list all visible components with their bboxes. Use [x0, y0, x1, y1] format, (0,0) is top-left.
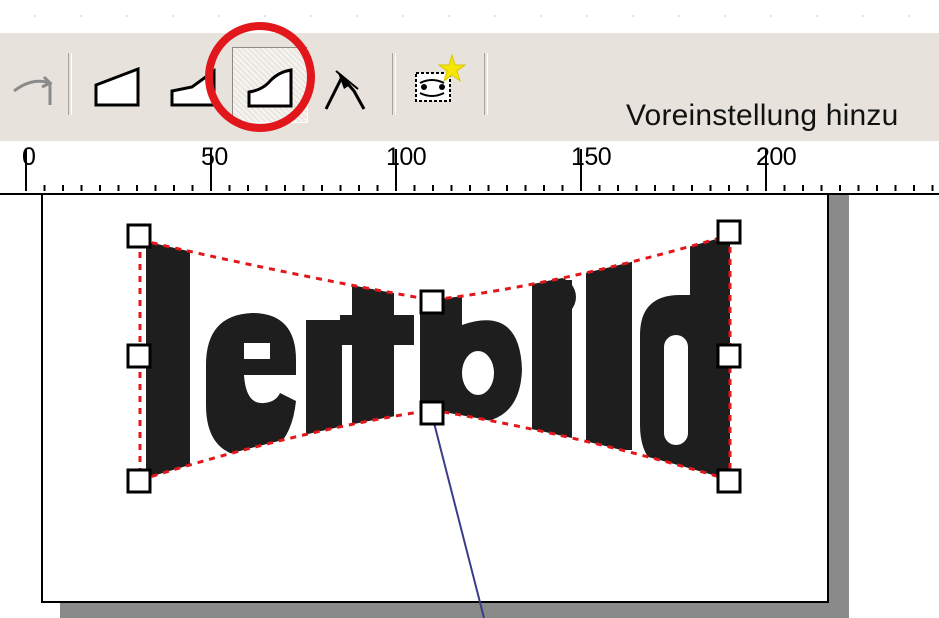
handle-bottom-right[interactable] [716, 468, 742, 494]
slant-shape-button[interactable] [82, 47, 158, 123]
preset-sparkle-icon [415, 53, 467, 102]
node-curve-button[interactable] [316, 47, 392, 123]
handle-top-right[interactable] [716, 219, 742, 245]
handle-bottom-left[interactable] [126, 468, 152, 494]
ruler-label-150: 150 [571, 143, 612, 171]
ruler-label-0: 0 [22, 143, 36, 171]
add-preset-label[interactable]: Voreinstellung hinzu [626, 99, 899, 133]
handle-middle-left[interactable] [126, 343, 152, 369]
glyph-i [306, 320, 342, 460]
ruler-label-50: 50 [201, 143, 228, 171]
ruler-label-200: 200 [756, 143, 797, 171]
toolbar-separator [484, 53, 488, 115]
highlight-circle [205, 22, 315, 132]
handle-top-left[interactable] [126, 223, 152, 249]
node-curve-icon [324, 70, 366, 110]
toolbar-separator [68, 53, 72, 115]
document-canvas [0, 195, 939, 618]
background-grid-dots [0, 0, 939, 32]
drag-guide-line [431, 414, 485, 618]
envelope-toolbar: Voreinstellung hinzu [0, 32, 939, 142]
slant-shape-icon [94, 66, 140, 107]
glyph-e [206, 313, 296, 457]
handle-bottom-middle[interactable] [419, 400, 445, 426]
curved-arrow-button[interactable] [0, 47, 76, 123]
warped-text-leitbild[interactable] [146, 235, 730, 485]
horizontal-ruler: 0 50 100 150 200 [0, 141, 939, 195]
curved-arrow-icon [13, 75, 53, 105]
envelope-artwork [126, 219, 742, 618]
ruler-ticks [25, 149, 934, 191]
glyph-t [340, 275, 414, 435]
handle-top-middle[interactable] [419, 289, 445, 315]
toolbar-separator [392, 53, 396, 115]
ruler-label-100: 100 [386, 143, 427, 171]
handle-middle-right[interactable] [716, 343, 742, 369]
glyph-l [146, 235, 190, 480]
glyph-l2 [586, 250, 632, 450]
add-preset-button[interactable] [404, 47, 480, 123]
